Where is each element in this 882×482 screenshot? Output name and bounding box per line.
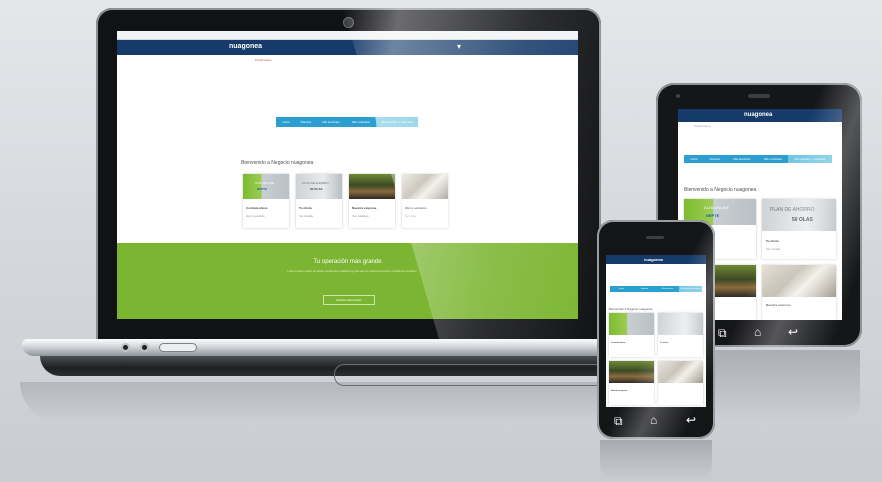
- card-title: Nuestra empresa: [611, 390, 628, 392]
- card-oferta[interactable]: PLAN DE AHORRO 50 OLAS Tu oferta Ver det…: [296, 174, 342, 228]
- card-banner-image: PLAN DE AHORRO 50 OLAS: [762, 199, 836, 231]
- welcome-heading: Bienvenido a Negocio nuagonea: [609, 307, 653, 311]
- card-subtitle: Ver detalle: [766, 247, 781, 251]
- site-logo[interactable]: nuagonea: [744, 112, 772, 118]
- card-subtitle: Ver catálogo: [352, 214, 369, 218]
- card-banner-image: [658, 313, 703, 335]
- card-contrata[interactable]: Contrata ahora: [609, 313, 654, 357]
- tab-contratos[interactable]: Mis contratos: [758, 155, 788, 163]
- card-banner-image: [402, 174, 448, 199]
- card-banner-image: [762, 265, 836, 297]
- nav-tabs: Inicio Nombre Mis servicios Mis pedidos …: [610, 286, 702, 292]
- card-otros[interactable]: [658, 361, 703, 405]
- welcome-heading: Bienvenido a Negocio nuagonea: [684, 187, 757, 193]
- site-header: nuagonea: [678, 109, 842, 122]
- port-icon: [140, 343, 149, 352]
- card-subtitle: Haz tu pedido: [246, 214, 265, 218]
- laptop-camera: [343, 17, 354, 28]
- laptop-base-groove: [334, 364, 615, 386]
- card-banner-text: PLAN DE AHORRO: [770, 207, 815, 213]
- welcome-heading: Bienvenido a Negocio nuagonea: [241, 160, 314, 166]
- card-title: Otros servicios: [405, 206, 427, 210]
- site-logo[interactable]: nuagonea: [644, 257, 663, 262]
- tab-inicio[interactable]: Inicio: [610, 286, 633, 292]
- tab-nombre[interactable]: Nombre: [704, 155, 726, 163]
- card-banner-subtext: NEPTE: [257, 187, 268, 191]
- card-banner-image: PLAN DE AHORRO 50 OLAS: [296, 174, 342, 199]
- card-title: Contrata ahora: [611, 342, 626, 344]
- recent-apps-icon[interactable]: ⧉: [718, 327, 727, 339]
- tab-pedidos[interactable]: Mis pedidos y reservas: [376, 117, 418, 127]
- breadcrumb[interactable]: Portal Home: [694, 124, 711, 128]
- back-icon[interactable]: ↩: [788, 326, 798, 338]
- usb-port-icon: [159, 343, 197, 352]
- card-title: Nuestra empresa: [352, 206, 377, 210]
- tab-inicio[interactable]: Inicio: [684, 155, 704, 163]
- card-title: Tu oferta: [299, 206, 312, 210]
- breadcrumb[interactable]: Portal Home: [255, 58, 272, 62]
- card-banner-text: ALTA ONLINE: [255, 181, 274, 185]
- tablet-speaker: [748, 94, 770, 98]
- card-banner-subtext: 50 OLAS: [310, 187, 323, 191]
- tab-pedidos[interactable]: Mis pedidos y reservas: [679, 286, 702, 292]
- site-header: nuagonea: [606, 255, 706, 264]
- tab-nombre[interactable]: Nombre: [296, 117, 316, 127]
- card-banner-image: [349, 174, 395, 199]
- card-title: Nuestra empresa: [766, 303, 791, 307]
- card-banner-text: ALTA ONLINE: [704, 205, 730, 210]
- card-banner-subtext: NEPTE: [706, 213, 720, 218]
- phone-speaker: [646, 236, 664, 239]
- home-icon[interactable]: ⌂: [754, 326, 761, 338]
- card-banner-image: [609, 361, 654, 383]
- card-otros[interactable]: Nuestra empresa: [762, 265, 836, 320]
- recent-apps-icon[interactable]: ⧉: [614, 415, 623, 427]
- back-icon[interactable]: ↩: [686, 414, 696, 426]
- card-title: Contrata ahora: [246, 206, 268, 210]
- tablet-camera: [676, 94, 680, 98]
- port-icon: [121, 343, 130, 352]
- tab-servicios[interactable]: Mis servicios: [726, 155, 758, 163]
- promo-button[interactable]: Solicita información: [323, 295, 375, 305]
- home-icon[interactable]: ⌂: [650, 414, 657, 426]
- card-banner-image: [609, 313, 654, 335]
- card-empresa[interactable]: Nuestra empresa Ver catálogo: [349, 174, 395, 228]
- tab-inicio[interactable]: Inicio: [276, 117, 296, 127]
- card-title: Tu oferta: [660, 342, 669, 344]
- tab-nombre[interactable]: Nombre: [633, 286, 656, 292]
- card-title: Tu oferta: [766, 239, 779, 243]
- site-header: nuagonea ▾: [117, 40, 578, 55]
- tab-servicios[interactable]: Mis servicios: [316, 117, 346, 127]
- menu-chevron-icon[interactable]: ▾: [457, 42, 461, 51]
- promo-title: Tu operación más grande: [313, 259, 382, 265]
- card-banner-subtext: 50 OLAS: [792, 217, 813, 223]
- phone-screen: nuagonea Inicio Nombre Mis servicios Mis…: [606, 255, 706, 407]
- card-subtitle: Ver más: [405, 214, 417, 218]
- phone-reflection: [600, 440, 712, 480]
- nav-tabs: Inicio Nombre Mis servicios Mis contrato…: [684, 155, 832, 163]
- card-banner-image: ALTA ONLINE NEPTE: [243, 174, 289, 199]
- card-contrata[interactable]: ALTA ONLINE NEPTE Contrata ahora Haz tu …: [243, 174, 289, 228]
- card-empresa[interactable]: Nuestra empresa: [609, 361, 654, 405]
- card-otros[interactable]: Otros servicios Ver más: [402, 174, 448, 228]
- browser-address-bar[interactable]: [117, 31, 578, 40]
- promo-band: Tu operación más grande Lorem ipsum dolo…: [117, 243, 578, 319]
- nav-tabs: Inicio Nombre Mis servicios Mis contrato…: [276, 117, 418, 127]
- card-banner-image: [658, 361, 703, 383]
- site-logo[interactable]: nuagonea: [229, 43, 262, 50]
- promo-text: Lorem ipsum dolor sit amet consectetur a…: [287, 269, 417, 273]
- tab-pedidos[interactable]: Mis pedidos y reservas: [788, 155, 832, 163]
- tab-servicios[interactable]: Mis servicios: [656, 286, 679, 292]
- card-oferta[interactable]: Tu oferta: [658, 313, 703, 357]
- card-oferta[interactable]: PLAN DE AHORRO 50 OLAS Tu oferta Ver det…: [762, 199, 836, 259]
- tab-contratos[interactable]: Mis contratos: [346, 117, 376, 127]
- laptop-screen: nuagonea ▾ Portal Home Inicio Nombre Mis…: [117, 31, 578, 319]
- laptop-base: [22, 339, 642, 356]
- card-banner-text: PLAN DE AHORRO: [302, 181, 329, 185]
- laptop-base-reflection: [20, 382, 640, 422]
- card-subtitle: Ver detalle: [299, 214, 314, 218]
